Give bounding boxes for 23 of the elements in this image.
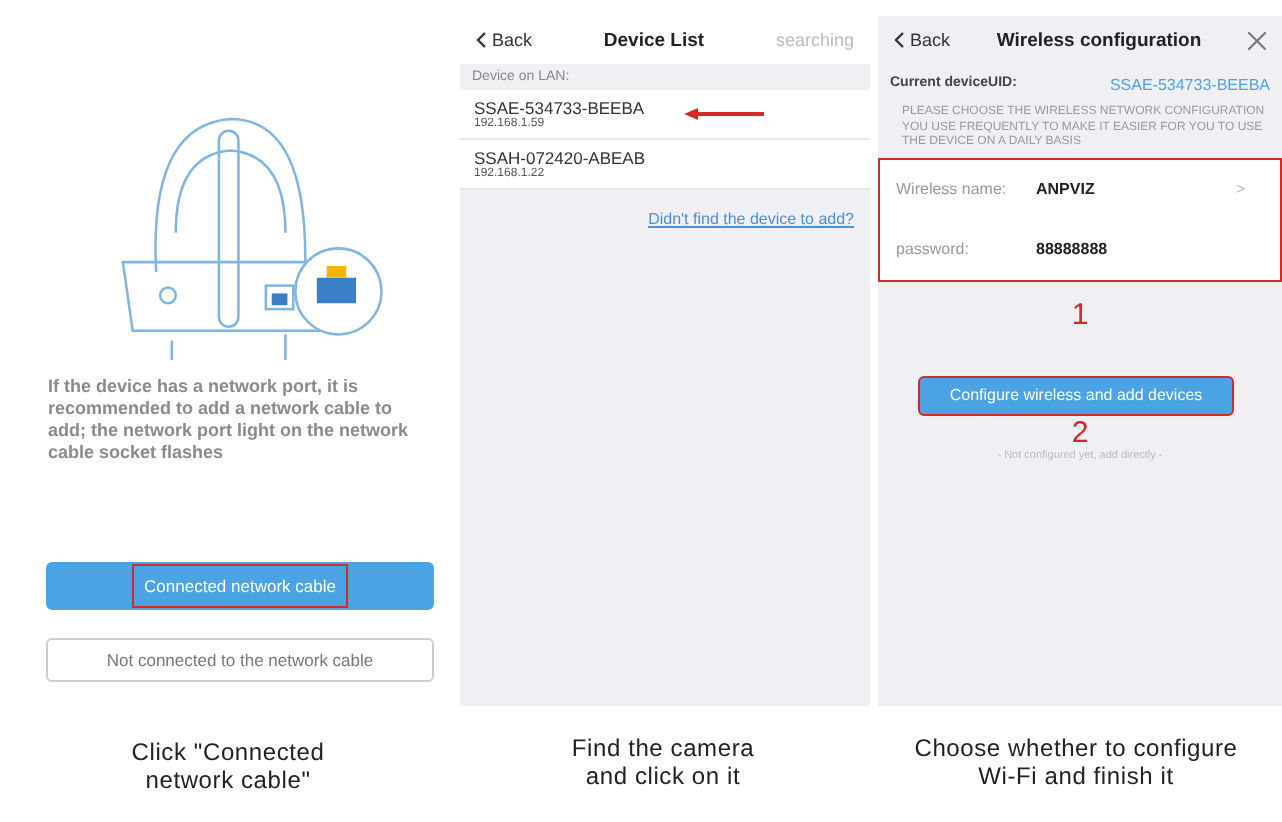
device-name: SSAE-534733-BEEBA — [474, 98, 645, 118]
field-value[interactable]: ANPVIZ — [1036, 180, 1236, 198]
uid-value: SSAE-534733-BEEBA — [1109, 76, 1270, 94]
back-button[interactable]: Back — [492, 30, 533, 50]
device-name: SSAH-072420-ABEAB — [474, 148, 646, 168]
instruction-text: If the device has a network port, it is recommended to add a network cable to add; the network port light on the network cable socket flashes — [48, 376, 408, 465]
field-value[interactable]: 88888888 — [1036, 240, 1236, 258]
back-chevron-icon[interactable] — [894, 32, 904, 48]
screen-title: Device List — [603, 29, 705, 51]
back-chevron-icon[interactable] — [476, 32, 486, 48]
field-label: Wireless name: — [896, 180, 1009, 198]
close-icon[interactable] — [1248, 31, 1266, 49]
chevron: > — [1236, 180, 1248, 198]
field-label: password: — [896, 240, 971, 258]
step-number: 2 — [1069, 415, 1091, 449]
screen-title: Wireless configuration — [996, 29, 1202, 51]
step-caption: Click "Connected network cable" — [129, 738, 327, 794]
back-button[interactable]: Back — [910, 30, 951, 50]
status-text: searching — [775, 30, 854, 50]
step-caption: Choose whether to configure Wi-Fi and finish it — [912, 734, 1240, 790]
step-caption: Find the camera and click on it — [569, 734, 757, 790]
step-number: 1 — [1069, 297, 1091, 331]
not-connected-button[interactable]: Not connected to the network cable — [46, 638, 434, 682]
